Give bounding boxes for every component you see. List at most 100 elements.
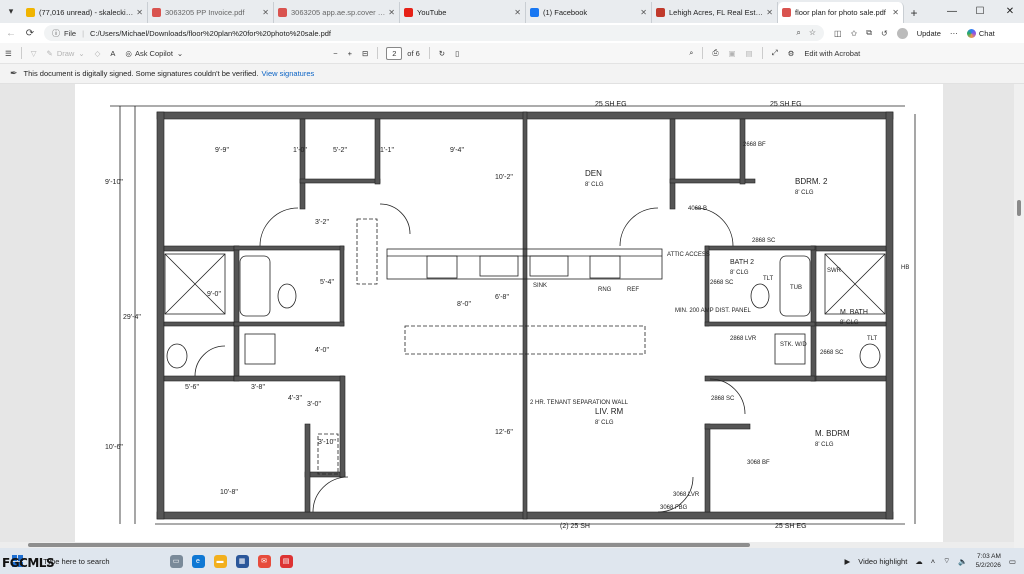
plan-label: 10'-8" [220,489,238,496]
tab[interactable]: (1) Facebook ✕ [526,2,652,23]
video-highlight-label[interactable]: Video highlight [858,557,907,566]
close-icon[interactable]: ✕ [262,8,269,17]
plan-label: 3068 BF [747,460,770,466]
close-icon[interactable]: ✕ [892,8,899,17]
close-icon[interactable]: ✕ [514,8,521,17]
close-icon[interactable]: ✕ [640,8,647,17]
fullscreen-button[interactable]: ⤢ [767,43,783,64]
zoom-in-button[interactable]: + [343,43,357,64]
info-icon: ⓘ [52,28,60,38]
back-button[interactable]: ← [3,23,19,43]
favorites-icon[interactable]: ✩ [851,29,858,38]
tab-label: Lehigh Acres, FL Real Estate - Hom... [669,8,763,17]
pdf-toolbar: ☰ ▽ ✎ Draw ⌄ ◇ A ◎ Ask Copilot ⌄ − + ⊟ 2 of … [0,43,1024,64]
chat-button[interactable]: Chat [966,28,995,38]
page-view-button[interactable]: ▯ [450,43,464,64]
save-button[interactable]: ▣ [723,43,740,64]
volume-icon[interactable]: 🔈 [958,557,967,566]
network-icon[interactable]: ⌔ [943,556,950,566]
view-signatures-link[interactable]: View signatures [261,69,314,78]
page-total: of 6 [407,48,420,58]
plan-label: 1'-0" [293,147,307,154]
profile-avatar[interactable] [896,27,908,39]
mail-icon [26,8,35,17]
url-text: C:/Users/Michael/Downloads/floor%20plan%… [90,28,332,38]
tab[interactable]: YouTube ✕ [400,2,526,23]
room-label-den: DEN [585,169,602,178]
split-screen-icon[interactable]: ◫ [834,29,842,38]
contents-button[interactable]: ☰ [0,43,17,64]
search-button[interactable]: ⌕ [684,43,698,64]
close-window-button[interactable]: ✕ [996,0,1024,23]
edit-with-acrobat-button[interactable]: Edit with Acrobat [799,43,865,64]
rotate-button[interactable]: ↻ [434,43,450,64]
url-field[interactable]: ⓘ File | C:/Users/Michael/Downloads/floo… [44,25,824,41]
tab[interactable]: 3063205 PP Invoice.pdf ✕ [148,2,274,23]
file-explorer-icon[interactable]: ▬ [213,554,227,568]
history-icon[interactable]: ↺ [881,29,888,38]
pdf-viewer[interactable]: 25 SH EG 25 SH EG (2) 25 SH 25 SH EG 9'-… [0,84,1024,548]
ask-copilot-button[interactable]: ◎ Ask Copilot ⌄ [120,43,188,64]
plan-label: SINK [533,283,547,289]
taskbar: ⌕ Type here to search ▭ e ▬ ▦ ✉ ▤ ▶ Vide… [0,548,1024,574]
draw-button[interactable]: ✎ Draw ⌄ [42,43,90,64]
notifications-icon[interactable]: ▭ [1009,557,1016,566]
close-icon[interactable]: ✕ [388,8,395,17]
maximize-button[interactable]: ☐ [966,0,994,23]
pen-icon: ✎ [46,48,53,58]
plan-label: 2868 SC [752,238,776,244]
collections-icon[interactable]: ⧉ [866,28,872,38]
home-icon [656,8,665,17]
plan-label: (2) 25 SH [560,523,590,530]
scrollbar-thumb[interactable] [1017,200,1021,216]
scrollbar-thumb[interactable] [28,543,750,547]
chevron-up-icon[interactable]: ˄ [931,557,935,566]
minimize-button[interactable]: — [938,0,966,23]
copilot-icon [966,28,976,38]
plan-label: SWR [827,268,842,274]
plan-label: 3068 FBG [660,505,688,511]
plan-label: 9'-0" [207,291,221,298]
copilot-icon: ◎ [125,48,132,58]
tab-list: (77,016 unread) - skaleckimike@...✕30632… [22,2,904,23]
task-view-icon[interactable]: ▭ [169,554,183,568]
store-icon[interactable]: ▦ [235,554,249,568]
clock[interactable]: 7:03 AM 5/2/2026 [976,552,1001,570]
eraser-button[interactable]: ◇ [90,43,106,64]
print-button[interactable]: ⎙ [707,43,723,64]
tab-strip: ▾ (77,016 unread) - skaleckimike@...✕306… [0,0,1024,23]
text-button[interactable]: A [105,43,120,64]
room-label-bath2: BATH 2 [730,259,754,266]
pdf-icon [278,8,287,17]
signature-icon: ✒ [10,68,18,78]
highlight-button[interactable]: ▽ [26,43,42,64]
tab[interactable]: 3063205 app.ae.sp.cover letter.cc...✕ [274,2,400,23]
more-menu-icon[interactable]: ⋯ [950,29,958,38]
clock-time: 7:03 AM [977,553,1001,560]
new-tab-button[interactable]: + [904,2,924,23]
tab-label: (1) Facebook [543,8,588,17]
fit-page-button[interactable]: ⊟ [357,43,373,64]
tab[interactable]: Lehigh Acres, FL Real Estate - Hom...✕ [652,2,778,23]
zoom-out-button[interactable]: − [328,43,342,64]
edge-icon[interactable]: e [191,554,205,568]
room-ceiling-den: 8' CLG [585,182,604,188]
system-tray: ▶ Video highlight ☁ ˄ ⌔ 🔈 7:03 AM 5/2/20… [844,548,1016,574]
save-as-button[interactable]: ▤ [741,43,758,64]
tab[interactable]: floor plan for photo sale.pdf ✕ [778,2,904,23]
mail-app-icon[interactable]: ✉ [257,554,271,568]
tab-label: (77,016 unread) - skaleckimike@... [39,8,134,17]
favorite-star-icon[interactable]: ☆ [809,28,816,38]
close-icon[interactable]: ✕ [136,8,143,17]
page-number-input[interactable]: 2 [386,46,403,60]
settings-button[interactable]: ⚙ [783,43,800,64]
tab[interactable]: (77,016 unread) - skaleckimike@...✕ [22,2,148,23]
onedrive-icon[interactable]: ☁ [915,557,923,566]
close-icon[interactable]: ✕ [766,8,773,17]
vertical-scrollbar[interactable] [1014,84,1024,548]
pdf-app-icon[interactable]: ▤ [279,554,293,568]
update-button[interactable]: Update [917,29,941,38]
zoom-icon[interactable]: ⌕ [796,28,800,38]
refresh-button[interactable]: ⟳ [22,23,38,43]
tab-actions-button[interactable]: ▾ [0,0,22,23]
